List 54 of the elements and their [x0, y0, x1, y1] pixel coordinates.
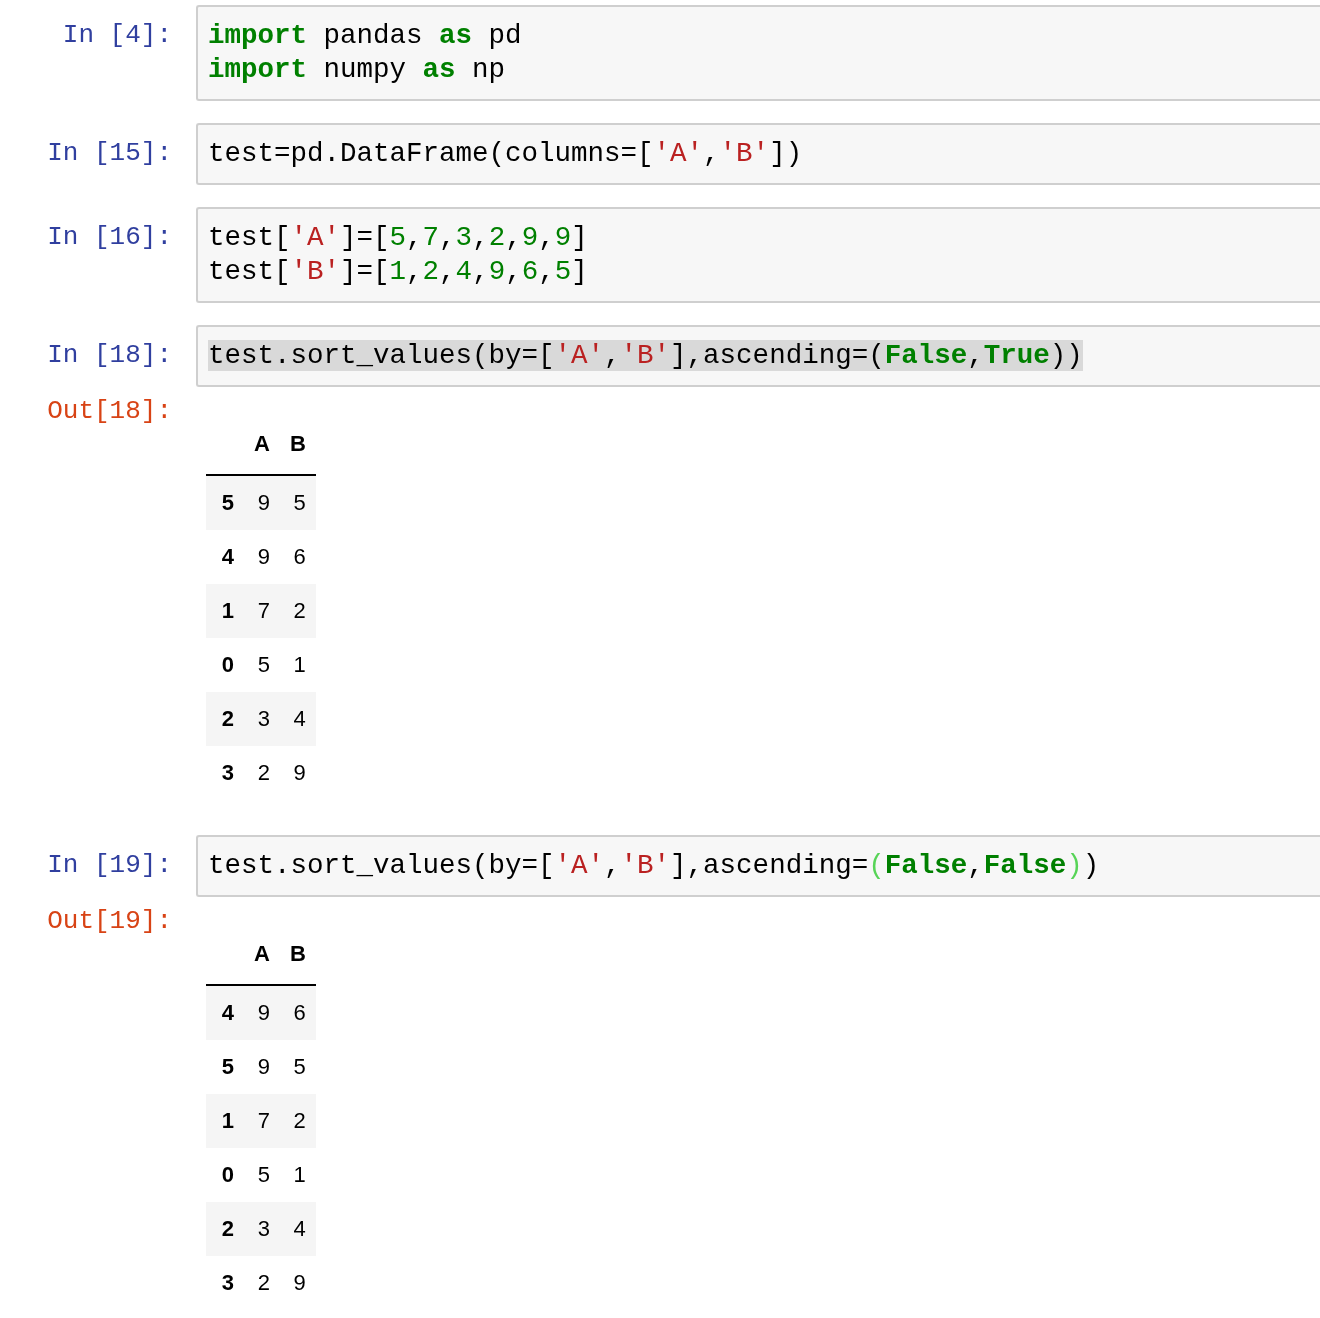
table-cell: 5 [244, 638, 280, 692]
table-cell: 5 [279, 1040, 316, 1094]
row-index: 4 [206, 985, 244, 1040]
code-line: test['B']=[1,2,4,9,6,5] [208, 256, 588, 287]
table-cell: 2 [244, 1256, 280, 1310]
table-cell: 2 [279, 584, 316, 638]
table-cell: 7 [244, 584, 280, 638]
table-cell: 9 [244, 1040, 280, 1094]
table-cell: 9 [244, 530, 280, 584]
table-cell: 2 [279, 1094, 316, 1148]
table-cell: 6 [279, 985, 316, 1040]
row-index: 1 [206, 1094, 244, 1148]
table-cell: 2 [244, 746, 280, 800]
row-index: 5 [206, 475, 244, 530]
row-index: 2 [206, 692, 244, 746]
row-index: 5 [206, 1040, 244, 1094]
table-cell: 1 [279, 1148, 316, 1202]
row-index: 1 [206, 584, 244, 638]
table-cell: 7 [244, 1094, 280, 1148]
table-cell: 5 [244, 1148, 280, 1202]
row-index: 2 [206, 1202, 244, 1256]
input-prompt: In [19]: [46, 849, 173, 882]
table-cell: 3 [244, 692, 280, 746]
code-line: test=pd.DataFrame(columns=['A','B']) [208, 138, 803, 169]
table-cell: 4 [279, 692, 316, 746]
row-index: 0 [206, 638, 244, 692]
input-prompt: In [15]: [46, 137, 173, 170]
table-cell: 6 [279, 530, 316, 584]
input-prompt: In [18]: [46, 339, 173, 372]
code-cell[interactable]: test.sort_values(by=['A','B'],ascending=(False,True)) [196, 325, 1320, 387]
output-prompt: Out[19]: [46, 905, 173, 938]
row-index: 4 [206, 530, 244, 584]
table-cell: 9 [279, 1256, 316, 1310]
row-index: 3 [206, 746, 244, 800]
row-index: 3 [206, 1256, 244, 1310]
table-cell: 5 [279, 475, 316, 530]
output-prompt: Out[18]: [46, 395, 173, 428]
table-cell: 3 [244, 1202, 280, 1256]
code-line: import pandas as pd [208, 20, 522, 51]
table-cell: 1 [279, 638, 316, 692]
table-cell: 4 [279, 1202, 316, 1256]
code-cell[interactable]: import pandas as pd import numpy as np [196, 5, 1320, 101]
row-index: 0 [206, 1148, 244, 1202]
code-cell[interactable]: test=pd.DataFrame(columns=['A','B']) [196, 123, 1320, 185]
code-line: test.sort_values(by=['A','B'],ascending=(False,False)) [208, 850, 1100, 881]
code-line: test['A']=[5,7,3,2,9,9] [208, 222, 588, 253]
code-cell[interactable]: test.sort_values(by=['A','B'],ascending=(False,False)) [196, 835, 1320, 897]
input-prompt: In [16]: [46, 221, 173, 254]
input-prompt: In [4]: [61, 19, 173, 52]
table-cell: 9 [279, 746, 316, 800]
code-line: import numpy as np [208, 54, 506, 85]
code-cell[interactable]: test['A']=[5,7,3,2,9,9] test['B']=[1,2,4,9,6,5] [196, 207, 1320, 303]
table-cell: 9 [244, 985, 280, 1040]
table-cell: 9 [244, 475, 280, 530]
